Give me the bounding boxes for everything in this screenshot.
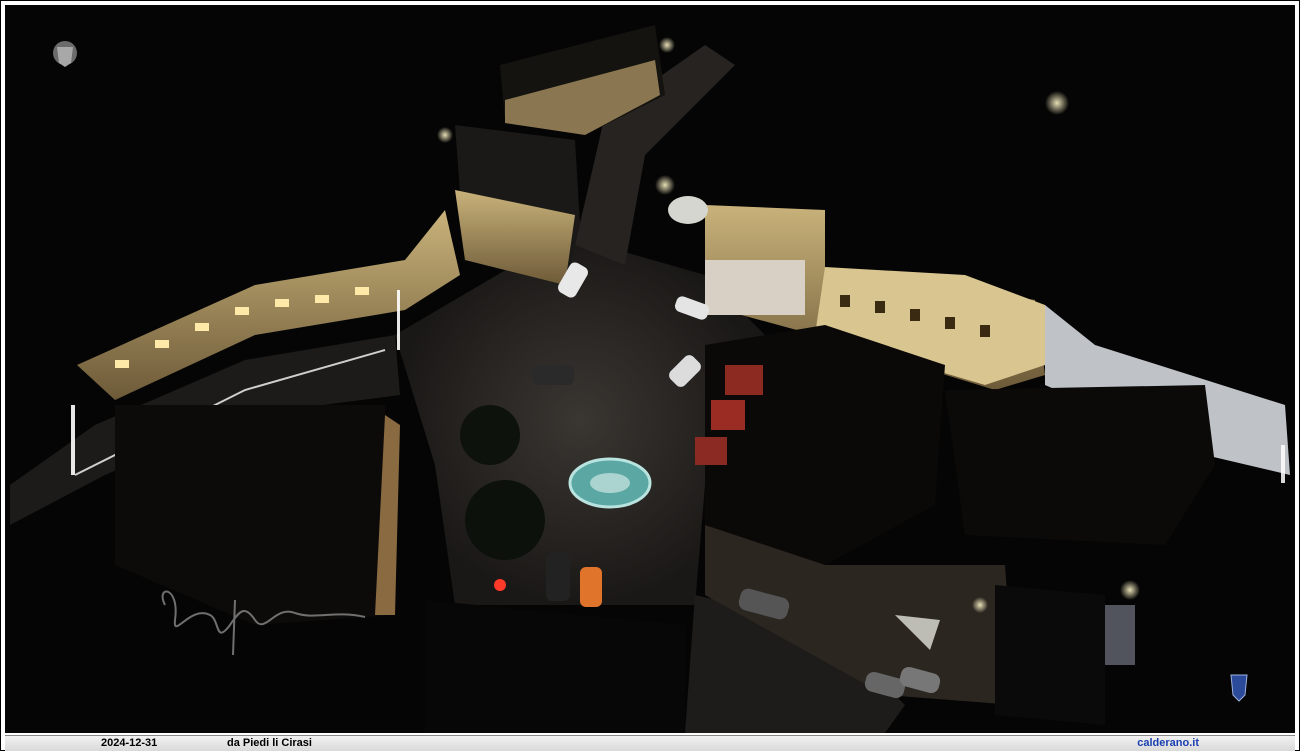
caption-location: da Piedi li Cirasi — [227, 737, 312, 749]
aerial-scene — [10, 25, 1290, 733]
image-frame: 2024-12-31 da Piedi li Cirasi calderano.… — [0, 0, 1300, 751]
dark-roof-right — [945, 385, 1215, 545]
small-crest-icon — [1230, 674, 1248, 702]
crest-emblem-icon — [53, 41, 77, 67]
caption-site-link[interactable]: calderano.it — [1137, 736, 1199, 751]
dark-roof-lower-left — [115, 405, 395, 625]
aerial-photo — [5, 5, 1295, 733]
caption-date: 2024-12-31 — [101, 737, 158, 749]
dark-roof-center — [705, 325, 945, 565]
dark-roof-bottom — [425, 600, 685, 733]
caption-bar: 2024-12-31 da Piedi li Cirasi calderano.… — [5, 735, 1295, 751]
